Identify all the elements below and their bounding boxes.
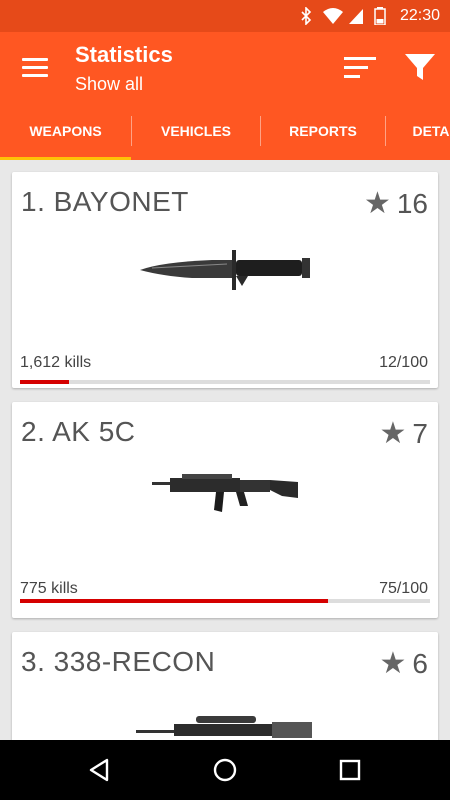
weapon-rating: ★ 7 — [380, 416, 428, 451]
weapon-card[interactable]: 3. 338-RECON ★ 6 — [12, 632, 438, 740]
status-bar: 22:30 — [0, 0, 450, 32]
signal-icon — [349, 9, 363, 24]
bayonet-image — [140, 250, 310, 290]
page-subtitle: Show all — [75, 74, 144, 94]
status-time: 22:30 — [399, 7, 440, 24]
weapon-card[interactable]: 2. AK 5C ★ 7 775 kills 75/100 — [12, 402, 438, 618]
home-icon[interactable] — [212, 757, 238, 783]
tab-details[interactable]: DETA — [386, 112, 450, 160]
app-bar: Statistics Show all — [0, 32, 450, 112]
star-icon: ★ — [379, 417, 407, 450]
menu-icon[interactable] — [22, 58, 48, 78]
wifi-icon — [323, 8, 343, 24]
progress-fill — [20, 599, 328, 603]
weapon-title: 1. BAYONET — [21, 186, 189, 217]
page-title: Statistics — [75, 42, 173, 67]
weapon-card[interactable]: 1. BAYONET ★ 16 1,612 kills 12/100 — [12, 172, 438, 388]
tab-weapons[interactable]: WEAPONS — [0, 112, 131, 160]
weapon-title: 3. 338-RECON — [21, 646, 216, 677]
kill-count: 775 kills — [20, 580, 78, 597]
progress-text: 12/100 — [379, 354, 428, 371]
star-icon: ★ — [363, 187, 391, 220]
battery-icon — [374, 7, 386, 25]
tab-reports[interactable]: REPORTS — [261, 112, 385, 160]
tab-vehicles[interactable]: VEHICLES — [132, 112, 260, 160]
navigation-bar — [0, 740, 450, 800]
weapon-title: 2. AK 5C — [21, 416, 136, 447]
progress-bar — [20, 599, 430, 603]
weapon-rating-value: 7 — [412, 418, 428, 449]
star-icon: ★ — [379, 647, 407, 680]
back-icon[interactable] — [87, 757, 113, 783]
filter-icon[interactable] — [404, 52, 436, 82]
rifle-image — [152, 474, 298, 512]
progress-bar — [20, 380, 430, 384]
progress-fill — [20, 380, 70, 384]
kill-count: 1,612 kills — [20, 354, 92, 371]
weapon-list: 1. BAYONET ★ 16 1,612 kills 12/100 2. AK … — [0, 160, 450, 740]
sniper-rifle-image — [136, 716, 312, 738]
weapon-rating: ★ 6 — [380, 646, 428, 681]
bluetooth-icon — [301, 7, 312, 25]
weapon-rating-value: 6 — [412, 648, 428, 679]
weapon-rating-value: 16 — [396, 188, 428, 219]
weapon-rating: ★ 16 — [364, 186, 428, 221]
recents-icon[interactable] — [337, 757, 363, 783]
progress-text: 75/100 — [379, 580, 428, 597]
sort-icon[interactable] — [344, 57, 376, 79]
tab-bar: WEAPONS VEHICLES REPORTS DETA — [0, 112, 450, 160]
